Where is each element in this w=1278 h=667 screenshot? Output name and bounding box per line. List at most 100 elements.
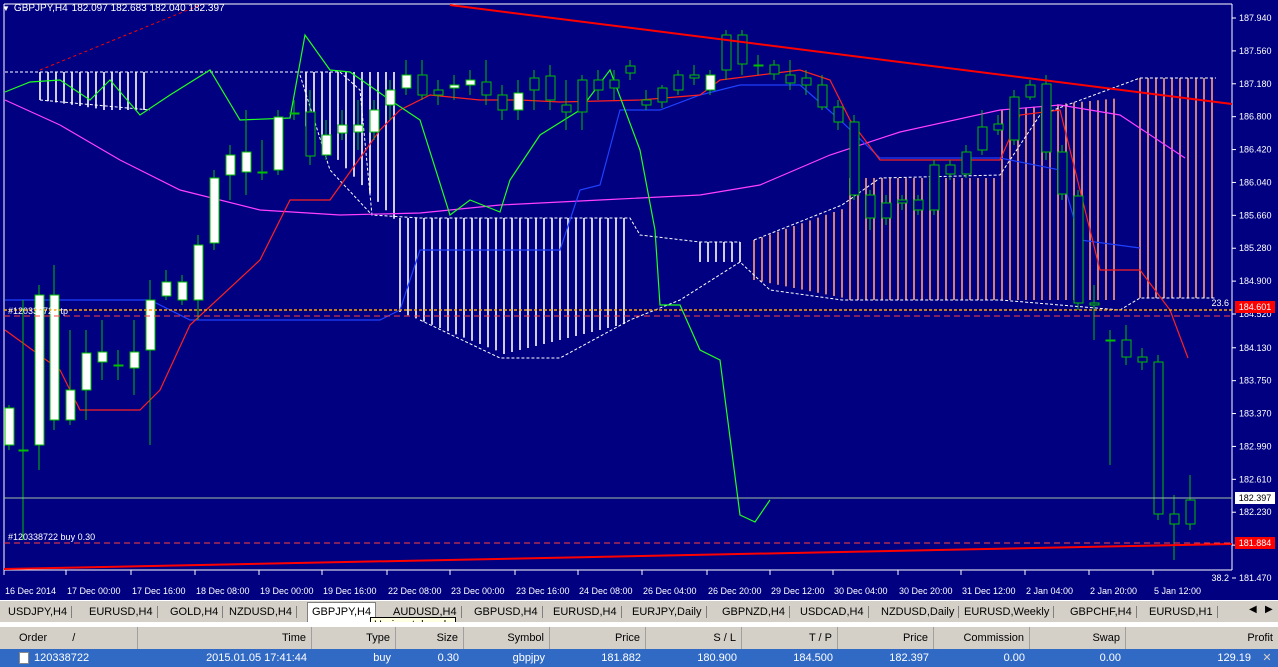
- sl-cell[interactable]: 180.900: [646, 649, 742, 667]
- candle-body: [1105, 339, 1116, 342]
- time-cell: 2015.01.05 17:41:44: [206, 652, 307, 664]
- candle-body: [433, 89, 444, 96]
- price-tick-label: 185.280: [1239, 243, 1272, 253]
- tab-eurusd-h1[interactable]: EURUSD,H1: [1145, 604, 1218, 620]
- tp-line-label: #120338722 tp: [8, 306, 68, 316]
- price-tick-label: 183.370: [1239, 409, 1272, 419]
- candle-body: [273, 116, 284, 171]
- candle-body: [833, 106, 844, 123]
- price-chart[interactable]: 187.940 187.560 187.180 186.800 186.420 186.0…: [0, 0, 1278, 600]
- candle-body: [65, 389, 76, 421]
- time-tick-label: 24 Dec 08:00: [579, 586, 633, 596]
- candle-body: [641, 99, 652, 106]
- tab-eurusd-h4[interactable]: EURUSD,H4: [85, 604, 158, 620]
- candle-body: [369, 109, 380, 133]
- tab-nzdusd-daily[interactable]: NZDUSD,Daily: [877, 604, 960, 620]
- candle-body: [161, 281, 172, 297]
- candle-body: [785, 74, 796, 84]
- time-tick-label: 17 Dec 00:00: [67, 586, 121, 596]
- candle-body: [113, 364, 124, 367]
- time-tick-label: 19 Dec 00:00: [260, 586, 314, 596]
- candle-body: [417, 74, 428, 96]
- candle-body: [1025, 84, 1036, 98]
- size-cell: 0.30: [437, 652, 459, 664]
- candle-body: [1153, 361, 1164, 515]
- table-row[interactable]: 120338722 2015.01.05 17:41:44 buy 0.30 g…: [0, 649, 1278, 667]
- col-cur-price[interactable]: Price: [838, 627, 934, 649]
- symbol-cell: gbpjpy: [512, 652, 545, 664]
- time-tick-label: 29 Dec 12:00: [771, 586, 825, 596]
- tab-gold-h4[interactable]: GOLD,H4: [166, 604, 224, 620]
- candle-body: [593, 79, 604, 91]
- dashed-trendline: [39, 4, 201, 71]
- candle-body: [1169, 513, 1180, 525]
- terminal-panel: ✕ Order / Time Type Size Symbol Price S …: [0, 622, 1278, 667]
- cur-price-cell: 182.397: [889, 652, 929, 664]
- col-commission[interactable]: Commission: [934, 627, 1030, 649]
- support-trendline: [3, 543, 1233, 570]
- close-order-icon[interactable]: ✕: [1258, 649, 1276, 667]
- col-symbol[interactable]: Symbol: [464, 627, 550, 649]
- chart-window[interactable]: 187.940 187.560 187.180 186.800 186.420 186.0…: [0, 0, 1278, 600]
- tab-scroll-right-icon[interactable]: ▶: [1265, 604, 1273, 615]
- chart-ohlc: 182.097 182.683 182.040 182.397: [71, 3, 225, 14]
- col-time[interactable]: Time: [138, 627, 312, 649]
- tab-gbpusd-h4[interactable]: GBPUSD,H4: [470, 604, 543, 620]
- price-tick-label: 181.470: [1239, 573, 1272, 583]
- candle-body: [657, 87, 668, 103]
- candle-body: [1185, 499, 1196, 525]
- bid-price-tag: 182.397: [1235, 492, 1275, 504]
- candle-body: [513, 92, 524, 111]
- candle-body: [689, 74, 700, 79]
- price-tick-label: 187.180: [1239, 79, 1272, 89]
- tab-gbpchf-h4[interactable]: GBPCHF,H4: [1066, 604, 1137, 620]
- col-size[interactable]: Size: [396, 627, 464, 649]
- tab-usdcad-h4[interactable]: USDCAD,H4: [796, 604, 869, 620]
- tab-usdjpy-h4[interactable]: USDJPY,H4: [4, 604, 73, 620]
- candle-body: [145, 299, 156, 351]
- chart-tabs: USDJPY,H4 EURUSD,H4 GOLD,H4 NZDUSD,H4 GBPJPY…: [0, 600, 1278, 623]
- time-tick-label: 19 Dec 16:00: [323, 586, 377, 596]
- candle-body: [34, 294, 45, 446]
- candle-body: [577, 79, 588, 113]
- chart-header: ▼ GBPJPY,H4 182.097 182.683 182.040 182.…: [2, 3, 225, 14]
- price-tick-label: 186.420: [1239, 145, 1272, 155]
- price-tick-label: 185.660: [1239, 210, 1272, 220]
- time-tick-label: 26 Dec 04:00: [643, 586, 697, 596]
- tab-eurjpy-daily[interactable]: EURJPY,Daily: [628, 604, 707, 620]
- candle-body: [177, 281, 188, 301]
- tab-gbpjpy-h4[interactable]: GBPJPY,H4: [307, 602, 377, 622]
- tab-eurusd-weekly[interactable]: EURUSD,Weekly: [960, 604, 1055, 620]
- candle-body: [881, 202, 892, 219]
- col-price[interactable]: Price: [550, 627, 646, 649]
- candle-body: [993, 123, 1004, 131]
- candle-body: [625, 65, 636, 74]
- col-swap[interactable]: Swap: [1030, 627, 1126, 649]
- tp-cell[interactable]: 184.500: [742, 649, 838, 667]
- candle-body: [465, 79, 476, 86]
- candle-body: [529, 77, 540, 91]
- col-type[interactable]: Type: [312, 627, 396, 649]
- candle-body: [81, 352, 92, 391]
- time-tick-label: 5 Jan 12:00: [1154, 586, 1201, 596]
- candle-body: [753, 64, 764, 67]
- candle-body: [401, 74, 412, 89]
- price-tick-label: 182.230: [1239, 507, 1272, 517]
- candle-body: [97, 351, 108, 363]
- price-tick-label: 186.800: [1239, 112, 1272, 122]
- candle-body: [801, 77, 812, 86]
- tab-gbpnzd-h4[interactable]: GBPNZD,H4: [718, 604, 790, 620]
- tab-scroll-left-icon[interactable]: ◀: [1249, 604, 1257, 615]
- col-profit[interactable]: Profit: [1126, 627, 1278, 649]
- candle-body: [1089, 302, 1100, 306]
- col-order[interactable]: Order /: [14, 627, 138, 649]
- price-tick-label: 184.130: [1239, 343, 1272, 353]
- tab-eurusd-h4[interactable]: EURUSD,H4: [549, 604, 622, 620]
- candle-body: [1057, 151, 1068, 195]
- col-sl[interactable]: S / L: [646, 627, 742, 649]
- col-tp[interactable]: T / P: [742, 627, 838, 649]
- time-tick-label: 30 Dec 04:00: [834, 586, 888, 596]
- dropdown-triangle-icon[interactable]: ▼: [2, 4, 10, 13]
- tab-nzdusd-h4[interactable]: NZDUSD,H4: [225, 604, 297, 620]
- candle-body: [209, 177, 220, 244]
